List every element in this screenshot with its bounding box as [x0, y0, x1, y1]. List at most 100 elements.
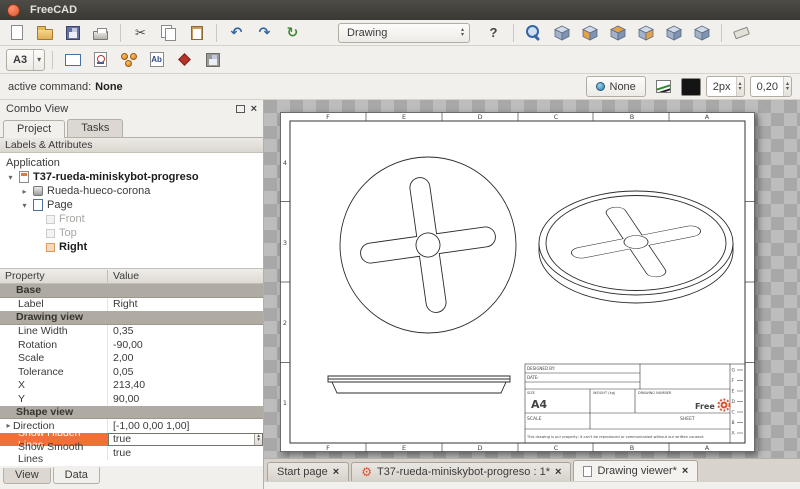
copy-icon[interactable] [156, 22, 181, 44]
axonometric-view-icon[interactable] [549, 22, 574, 44]
separator [120, 24, 121, 42]
rear-view-icon[interactable] [661, 22, 686, 44]
tab-view[interactable]: View [3, 468, 51, 484]
combo-view-header: Combo View × [0, 100, 263, 117]
value-combo-editor[interactable]: true ▴▾ [108, 433, 263, 447]
close-panel-icon[interactable]: × [251, 104, 257, 114]
chevron-down-icon[interactable]: ▾ [33, 50, 44, 70]
annotation-icon[interactable]: Ab [144, 49, 169, 71]
page-size-button[interactable]: A3 ▾ [6, 49, 45, 71]
svg-text:C: C [732, 410, 735, 416]
value-column-header: Value [108, 270, 139, 282]
designed-by-label: DESIGNED BY: [527, 366, 555, 371]
property-row[interactable]: X 213,40 [0, 379, 263, 393]
active-command-label: active command: [8, 81, 91, 93]
property-column-header: Property [0, 270, 108, 282]
close-tab-icon[interactable]: × [555, 466, 561, 478]
document-icon [19, 171, 29, 183]
workbench-selector-spinner[interactable]: ▴▾ [459, 28, 466, 38]
save-icon[interactable] [60, 22, 85, 44]
svg-text:F: F [326, 113, 330, 121]
workbench-selector[interactable]: Drawing ▴▾ [338, 23, 470, 43]
tab-project[interactable]: Project [3, 120, 65, 138]
property-row[interactable]: Scale 2,00 [0, 352, 263, 366]
line-color-swatch[interactable] [681, 78, 701, 96]
property-row[interactable]: Rotation -90,00 [0, 338, 263, 352]
tab-3d-document[interactable]: ⚙ T37-rueda-miniskybot-progreso : 1* × [351, 462, 571, 481]
status-bar [264, 481, 800, 489]
tab-start-page[interactable]: Start page × [267, 462, 349, 481]
close-tab-icon[interactable]: × [333, 466, 339, 478]
tree-item-top[interactable]: Top [0, 226, 263, 240]
property-group-drawing-view[interactable]: Drawing view [0, 311, 263, 325]
refresh-icon[interactable]: ↻ [280, 22, 305, 44]
right-view-icon[interactable] [633, 22, 658, 44]
tree-item-document[interactable]: ▾ T37-rueda-miniskybot-progreso [0, 170, 263, 184]
close-tab-icon[interactable]: × [682, 465, 688, 477]
expand-icon[interactable]: ▸ [4, 421, 13, 430]
float-panel-icon[interactable] [236, 105, 245, 113]
tree-item-front[interactable]: Front [0, 212, 263, 226]
front-view[interactable] [340, 157, 516, 333]
expand-icon[interactable]: ▸ [20, 187, 29, 196]
model-tree: Application ▾ T37-rueda-miniskybot-progr… [0, 153, 263, 269]
tree-item-application[interactable]: Application [0, 156, 263, 170]
property-group-base[interactable]: Base [0, 284, 263, 298]
spinner-arrows[interactable]: ▴▾ [783, 77, 791, 96]
separator [52, 51, 53, 69]
labels-attributes-header: Labels & Attributes [0, 138, 263, 153]
tab-data[interactable]: Data [53, 467, 100, 484]
cut-icon[interactable]: ✂ [128, 22, 153, 44]
top-view-icon[interactable] [605, 22, 630, 44]
spinner-arrows[interactable]: ▴▾ [254, 434, 262, 446]
tree-item-page[interactable]: ▾ Page [0, 198, 263, 212]
print-icon[interactable] [88, 22, 113, 44]
property-group-shape-view[interactable]: Shape view [0, 406, 263, 420]
new-page-icon[interactable] [60, 49, 85, 71]
eraser-icon[interactable] [729, 22, 754, 44]
tree-item-body[interactable]: ▸ Rueda-hueco-corona [0, 184, 263, 198]
sheet-label: SHEET [680, 416, 695, 422]
title-block: DESIGNED BY: DATE: SIZE A4 WEIGHT (kg) D… [525, 364, 745, 443]
text-size-spinner[interactable]: 0,20 ▴▾ [750, 76, 792, 97]
workbench-selector-value: Drawing [347, 27, 459, 39]
redo-icon[interactable]: ↷ [252, 22, 277, 44]
property-row[interactable]: Y 90,00 [0, 392, 263, 406]
symbol-icon[interactable] [172, 49, 197, 71]
insert-view-icon[interactable] [88, 49, 113, 71]
freecad-icon: ⚙ [361, 466, 372, 478]
collapse-icon[interactable]: ▾ [20, 201, 29, 210]
spinner-arrows[interactable]: ▴▾ [736, 77, 744, 96]
new-document-icon[interactable] [4, 22, 29, 44]
line-style-icon[interactable] [651, 76, 676, 98]
property-row[interactable]: Show Smooth Lines true [0, 446, 263, 460]
fit-all-icon[interactable] [521, 22, 546, 44]
axonometric-view[interactable] [539, 191, 733, 303]
undo-icon[interactable]: ↶ [224, 22, 249, 44]
front-view-icon[interactable] [577, 22, 602, 44]
side-view[interactable] [328, 376, 510, 393]
open-folder-icon[interactable] [32, 22, 57, 44]
property-row[interactable]: Label Right [0, 298, 263, 312]
ortho-views-icon[interactable] [116, 49, 141, 71]
collapse-icon[interactable]: ▾ [6, 173, 15, 182]
tab-tasks[interactable]: Tasks [67, 119, 123, 137]
separator [721, 24, 722, 42]
tab-drawing-viewer[interactable]: Drawing viewer* × [573, 460, 698, 481]
svg-text:C: C [554, 444, 559, 452]
fill-none-button[interactable]: None [586, 76, 646, 97]
whats-this-icon[interactable]: ? [481, 22, 506, 44]
line-width-spinner[interactable]: 2px ▴▾ [706, 76, 745, 97]
property-mode-tabs: View Data [0, 466, 263, 489]
size-label: SIZE [527, 391, 535, 395]
window-close-button[interactable] [7, 4, 20, 17]
property-row[interactable]: Tolerance 0,05 [0, 365, 263, 379]
drawing-viewer[interactable]: F E D C B A F E D C B A 4 [264, 100, 800, 458]
svg-text:3: 3 [283, 239, 287, 247]
tree-item-right[interactable]: Right [0, 240, 263, 254]
paste-icon[interactable] [184, 22, 209, 44]
export-page-icon[interactable] [200, 49, 225, 71]
bottom-view-icon[interactable] [689, 22, 714, 44]
combo-view-tabs: Project Tasks [0, 117, 263, 138]
property-row[interactable]: Line Width 0,35 [0, 325, 263, 339]
